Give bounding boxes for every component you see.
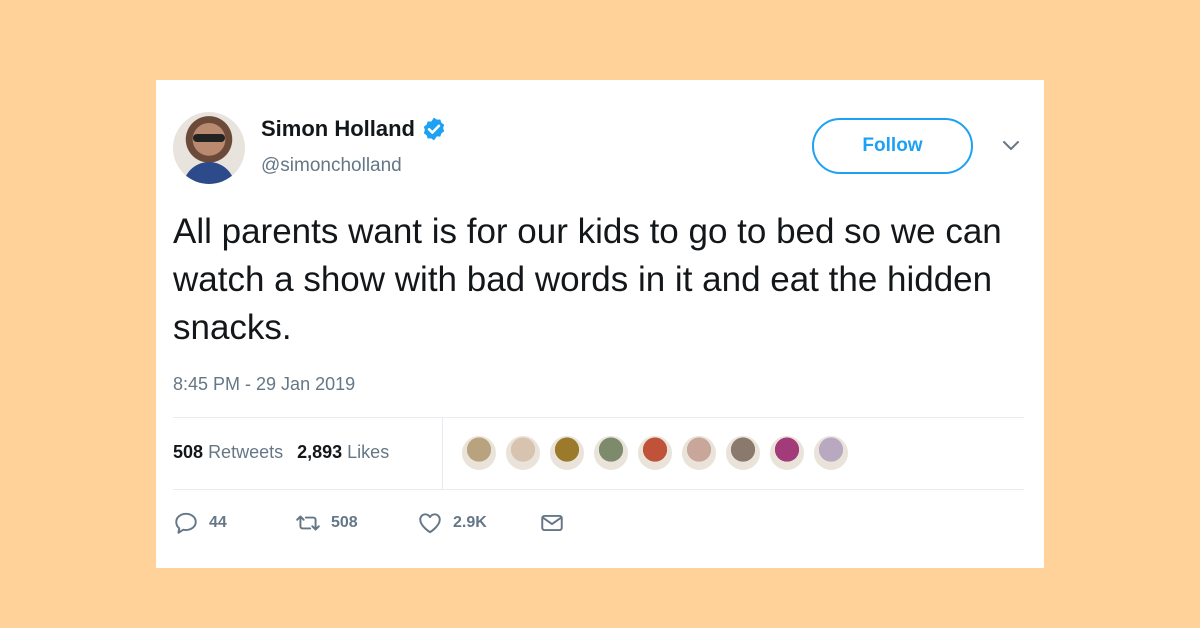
liker-avatar[interactable] [636,434,674,472]
liker-avatar[interactable] [768,434,806,472]
author-name-row: Simon Holland [261,116,447,142]
likes-stat[interactable]: 2,893 Likes [297,442,389,463]
verified-badge-icon [423,117,445,141]
liker-avatars [460,434,850,472]
divider [173,489,1024,490]
author-name[interactable]: Simon Holland [261,116,415,142]
likes-count: 2,893 [297,442,343,462]
like-button[interactable]: 2.9K [417,510,539,536]
reply-icon [175,512,197,534]
tweet-card: Simon Holland @simoncholland Follow All … [156,80,1044,568]
author-avatar[interactable] [173,112,245,184]
avatar-shirt [183,162,235,184]
reply-count: 44 [209,514,227,531]
tweet-text: All parents want is for our kids to go t… [173,212,1002,347]
heart-icon [419,513,441,534]
liker-avatar[interactable] [548,434,586,472]
liker-avatar[interactable] [724,434,762,472]
tweet-stats: 508 Retweets 2,893 Likes [173,442,389,463]
direct-message-button[interactable] [539,510,565,536]
tweet-timestamp[interactable]: 8:45 PM - 29 Jan 2019 [173,374,355,395]
follow-button[interactable]: Follow [812,118,973,174]
author-handle[interactable]: @simoncholland [261,155,402,177]
tweet-actions: 44 508 2.9K [173,510,565,536]
liker-avatar[interactable] [504,434,542,472]
like-count: 2.9K [453,514,487,531]
liker-avatar[interactable] [812,434,850,472]
stats-divider [442,418,443,489]
liker-avatar[interactable] [460,434,498,472]
liker-avatar[interactable] [680,434,718,472]
divider [173,417,1024,418]
reply-button[interactable]: 44 [173,510,295,536]
retweet-icon [296,515,320,531]
retweets-label: Retweets [208,442,284,462]
liker-avatar[interactable] [592,434,630,472]
chevron-down-icon[interactable] [1002,140,1020,152]
retweet-count: 508 [331,514,358,531]
avatar-glasses [193,134,225,142]
retweets-count: 508 [173,442,204,462]
envelope-icon [541,514,563,532]
likes-label: Likes [347,442,390,462]
retweets-stat[interactable]: 508 Retweets [173,442,283,463]
retweet-button[interactable]: 508 [295,510,417,536]
